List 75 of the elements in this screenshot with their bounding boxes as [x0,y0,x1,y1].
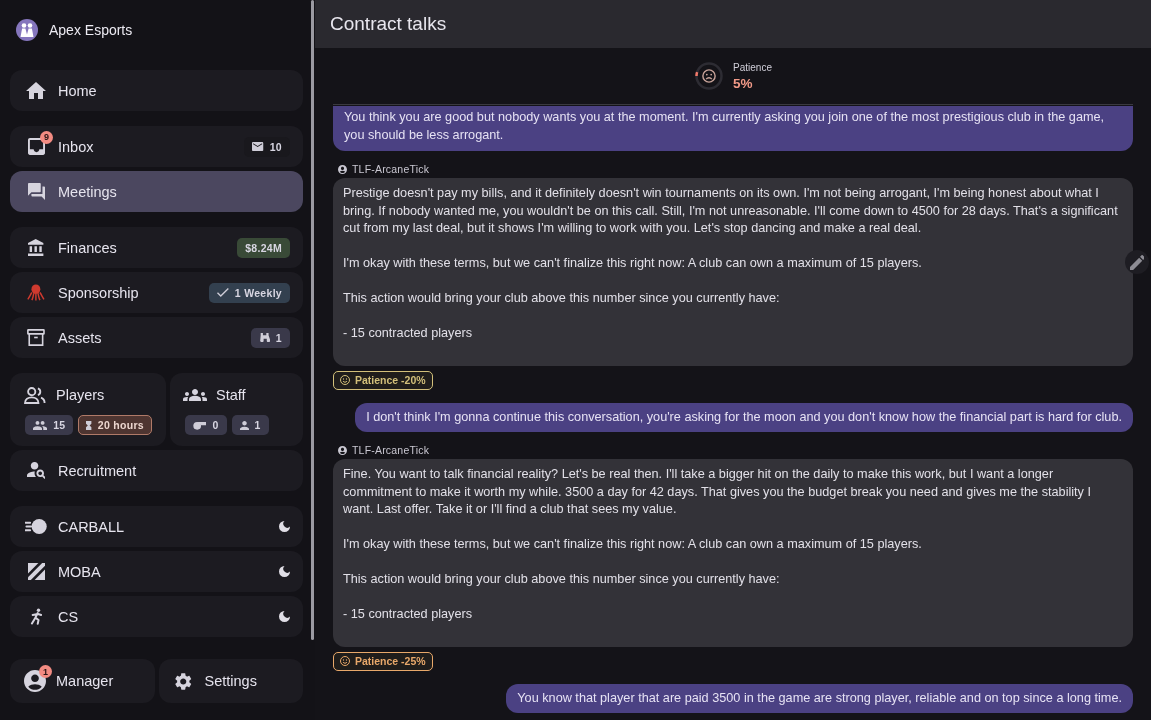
badge-label: 10 [269,140,282,153]
message-paragraph: - 15 contracted players [343,606,474,623]
message-paragraph: Prestige doesn't pay my bills, and it definitely doesn't win tournaments on its own. I'm not being arrogant, I'm being honest about what I bring. If nobody wanted me, you wouldn't be on this call. Still, I'm not unreasonable. I'll come down to 4500 for 28 days. That's a significant cut from my last deal, but it shows I'm willing to work with you. Let's stop dancing and make a real deal. [343,185,1119,237]
nav-item[interactable]: Home [10,70,303,111]
nav-tile[interactable]: Players 15 20 hours [10,373,166,446]
badge-label: 1 Weekly [234,286,282,299]
scrollbar-thumb[interactable] [311,0,314,640]
nav-item[interactable]: Assets 1 [10,317,303,358]
nav-tile[interactable]: Staff 0 1 [169,373,303,446]
sent-message-bubble: I don't think I'm gonna continue this conversation, you're asking for the moon and you don't know how the financial part is hard for club. [355,402,1133,432]
patience-value: 5% [733,75,754,91]
check-icon [217,288,229,297]
account-icon [338,164,347,174]
notification-badge: 9 [40,130,53,144]
logo-icon [16,19,38,41]
smile-icon [340,656,350,666]
game-nav-item[interactable]: CS [10,596,303,637]
sent-message-bubble: You know that player that are paid 3500 in the game are strong player, reliable and on top since a long time. [506,683,1133,713]
octopus-icon [27,284,45,301]
smile-icon [340,375,350,385]
nav-tile[interactable]: 1 Manager [10,659,155,703]
badge-label: 20 hours [97,419,144,431]
moon-icon [279,566,290,577]
people-icon [24,386,46,404]
moon-icon [279,611,290,622]
message-paragraph: I'm okay with these terms, but we can't finalize this right now: A club can own a maximum of 15 players. [343,255,923,272]
inbox-icon [27,138,45,155]
person-icon [239,420,249,430]
message-paragraph: This action would bring your club above this number since you currently have: [343,571,781,588]
message-paragraph: I'm okay with these terms, but we can't finalize this right now: A club can own a maximum of 15 players. [343,536,923,553]
badge-label: 1 [275,331,282,344]
badge-label: 0 [212,419,219,431]
nav-item[interactable]: Recruitment [10,450,303,491]
speeding-ball-icon [25,518,47,535]
settings-icon [175,672,192,690]
badge-label: 15 [53,419,66,431]
club-name: Apex Esports [49,22,133,38]
effect-text: Patience -25% [355,655,426,667]
sad-face-icon [702,69,717,83]
effect-text: Patience -20% [355,374,426,386]
nav-item[interactable]: Finances $8.24M [10,227,303,268]
sent-message-bubble: You think you are good but nobody wants you at the moment. I'm currently asking you join one of the most prestigious club in the game, you should be less arrogant. [333,106,1133,151]
archive-icon [27,329,45,346]
account-icon [338,445,347,455]
person-search-icon [26,462,46,479]
moon-icon [279,521,290,532]
notification-badge: 1 [39,665,52,678]
whistle-icon [192,420,207,430]
nav-item[interactable]: Meetings [10,171,303,212]
edit-button[interactable] [1125,250,1149,274]
nav-tile[interactable]: Settings [158,659,303,703]
running-figure-icon [29,608,43,625]
message-paragraph: This action would bring your club above this number since you currently have: [343,290,781,307]
badge-label: 1 [254,419,261,431]
binoculars-icon [258,333,270,342]
chat-icon [27,183,45,200]
nav-item[interactable]: Sponsorship 1 Weekly [10,272,303,313]
page-title: Contract talks [330,13,447,35]
people-icon [33,420,48,430]
game-nav-item[interactable]: CARBALL [10,506,303,547]
message-paragraph: Fine. You want to talk financial reality? Let's be real then. I'll take a bigger hit on the daily to make this work, but I want a longer commitment to make it worth my while. 3500 a day for 42 days. That gives you the budget break you need and gives me the stability I want. Last offer. Take it or I'll find a club that sees my value. [343,466,1093,518]
sender-name: TLF-ArcaneTick [352,163,430,175]
sender-name: TLF-ArcaneTick [352,444,430,456]
message-paragraph: - 15 contracted players [343,325,474,342]
pencil-icon [1129,254,1145,270]
bank-icon [28,239,44,256]
game-nav-item[interactable]: MOBA [10,551,303,592]
nav-item[interactable]: 9 Inbox 10 [10,126,303,167]
patience-label: Patience [733,61,772,73]
hourglass-icon [86,420,92,430]
home-icon [26,82,46,99]
group-icon [182,389,207,401]
info-badge: $8.24M [237,237,290,258]
mail-icon [252,142,264,151]
account-icon [24,670,46,692]
